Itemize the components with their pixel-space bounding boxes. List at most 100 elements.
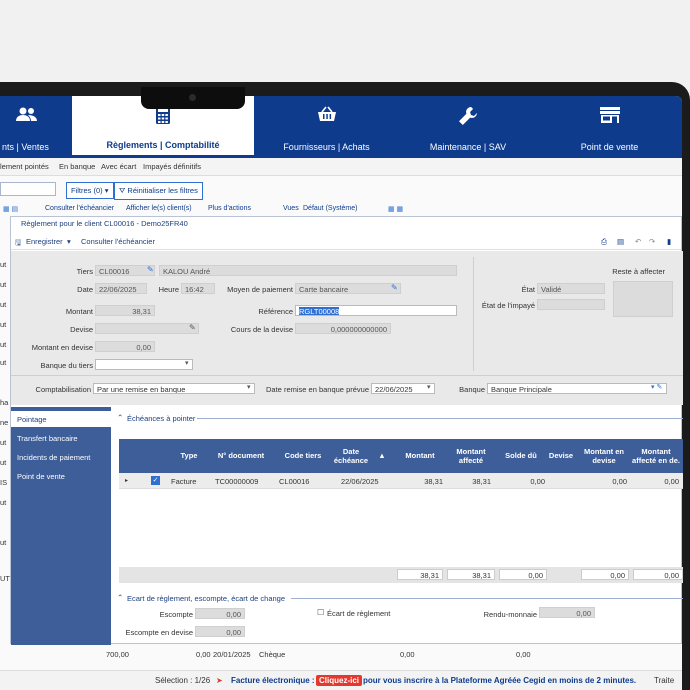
etat-impaye-label: État de l'impayé [481,301,535,310]
redo-icon[interactable]: ↷ [649,237,655,246]
col-affecte-devise[interactable]: Montant affecté en de. [629,447,683,465]
reset-filters-label: Réinitialiser les filtres [127,186,198,195]
banque-select[interactable]: Banque Principale [487,383,667,394]
list-item: ut [0,320,7,329]
list-item: ne [0,418,9,427]
date-remise-field[interactable]: 22/06/2025 [371,383,435,394]
col-solde[interactable]: Solde dû [501,451,541,460]
filters-button[interactable]: Filtres (0) ▾ [66,182,114,199]
moyen-field[interactable]: Carte bancaire [295,283,401,294]
collapse-icon[interactable]: ⌃ [117,413,123,422]
row-date: 20/01/2025 [213,650,251,659]
basket-icon [317,106,336,121]
devise-label: Devise [70,325,93,334]
row-expander-icon[interactable]: ▸ [125,477,128,484]
view-select[interactable]: Défaut (Système) [303,205,357,212]
ribbon-tab-ventes[interactable]: nts | Ventes [0,96,72,158]
chevron-down-icon[interactable]: ▾ ✎ [651,383,662,391]
montant-field[interactable]: 38,31 [95,305,155,316]
schedule-button[interactable]: Consulter l'échéancier [81,237,155,246]
click-here-button[interactable]: Cliquez-ici [316,675,363,686]
ecart-checkbox[interactable]: ☐ [317,608,324,617]
ribbon-tab-label: Règlements | Comptabilité [106,140,220,150]
chevron-down-icon[interactable]: ▾ [67,237,71,246]
einvoice-message: pour vous inscrire à la Plateforme Agréé… [363,676,637,685]
chevron-down-icon[interactable]: ▾ [185,359,189,367]
col-type[interactable]: Type [179,451,199,460]
subnav-item[interactable]: Impayés définitifs [143,162,201,171]
subnav-item[interactable]: En banque [59,162,95,171]
chevron-down-icon[interactable]: ▾ [427,383,431,391]
tiers-code-field[interactable]: CL00016 [95,265,155,276]
search-input[interactable] [0,182,56,196]
toolbar-icon[interactable]: ▦ ▤ [3,205,18,213]
col-affecte[interactable]: Montant affecté [447,447,495,465]
row-checkbox[interactable]: ✓ [151,476,160,485]
row-mode: Chèque [259,650,286,659]
ecart-section-title: Ecart de règlement, escompte, écart de c… [127,594,286,603]
list-item: ut [0,280,7,289]
escompte-field[interactable]: 0,00 [195,608,245,619]
panel-icon[interactable]: ▮ [667,237,671,246]
col-montant[interactable]: Montant [399,451,441,460]
escompte-devise-field[interactable]: 0,00 [195,626,245,637]
collapse-icon[interactable]: ⌃ [117,593,123,602]
col-montant-devise[interactable]: Montant en devise [581,447,627,465]
background-row: 700,00 0,00 20/01/2025 Chèque 0,00 0,00 [0,646,682,662]
subnav-item[interactable]: lement pointés [0,162,49,171]
col-doc[interactable]: N° document [213,451,269,460]
funnel-icon: ⛛ [119,186,126,195]
ribbon-tab-label: Maintenance | SAV [429,142,507,152]
cours-field[interactable]: 0,000000000000 [295,323,391,334]
date-label: Date [77,285,93,294]
row-value: 0,00 [196,650,211,659]
side-tab-transfert[interactable]: Transfert bancaire [17,434,78,443]
edit-icon[interactable]: ✎ [147,265,154,274]
col-date[interactable]: Date échéance [331,447,371,465]
reset-filters-button[interactable]: ⛛ Réinitialiser les filtres [114,182,203,200]
banque-tiers-select[interactable] [95,359,193,370]
chevron-down-icon[interactable]: ▾ [247,383,251,391]
edit-icon[interactable]: ✎ [189,323,196,332]
heure-field[interactable]: 16:42 [181,283,215,294]
ribbon-tab-label: nts | Ventes [2,142,49,152]
undo-icon[interactable]: ↶ [635,237,641,246]
reference-field[interactable]: RGLT00008 [295,305,457,316]
divider [291,598,683,599]
grid-totals: 38,31 38,31 0,00 0,00 0,00 [119,567,683,583]
side-tab-incidents[interactable]: Incidents de paiement [17,453,90,462]
sort-asc-icon[interactable]: ▲ [377,451,387,460]
list-item: ut [0,438,7,447]
toolbar-item[interactable]: Afficher le(s) client(s) [126,205,192,212]
montant-devise-field[interactable]: 0,00 [95,341,155,352]
total-mdevise: 0,00 [581,569,629,580]
grid-view-icon[interactable]: ▦ ▦ [388,205,403,213]
side-tab-point-de-vente[interactable]: Point de vente [17,472,65,481]
col-devise[interactable]: Devise [545,451,577,460]
col-tiers[interactable]: Code tiers [281,451,325,460]
devise-field[interactable] [95,323,199,334]
rendu-field[interactable]: 0,00 [539,607,595,618]
compta-label: Comptabilisation [35,385,91,394]
ribbon-tab-fournisseurs[interactable]: Fournisseurs | Achats [254,96,399,158]
print-icon[interactable]: ⎙ [601,237,607,247]
dialog-toolbar: 🖫 Enregistrer ▾ Consulter l'échéancier ⎙… [11,232,681,250]
side-tab-pointage[interactable]: Pointage [11,411,111,427]
subnav-item[interactable]: Avec écart [101,162,136,171]
toolbar-item[interactable]: Vues [283,205,299,212]
save-button[interactable]: Enregistrer [26,237,63,246]
edit-icon[interactable]: ✎ [391,283,398,292]
document-icon[interactable]: ▤ [617,237,624,246]
cell-type: Facture [171,477,197,486]
table-row[interactable]: ▸ ✓ Facture TC00000009 CL00016 22/06/202… [119,473,683,489]
toolbar-item[interactable]: Plus d'actions [208,205,251,212]
ribbon-tab-maintenance[interactable]: Maintenance | SAV [399,96,537,158]
total-affecte: 38,31 [447,569,495,580]
toolbar-item[interactable]: Consulter l'échéancier [45,205,114,212]
compta-select[interactable]: Par une remise en banque [93,383,255,394]
list-item: ut [0,498,7,507]
ribbon-tab-point-de-vente[interactable]: Point de vente [537,96,682,158]
cours-label: Cours de la devise [230,325,293,334]
date-field[interactable]: 22/06/2025 [95,283,147,294]
list-item: ut [0,358,7,367]
